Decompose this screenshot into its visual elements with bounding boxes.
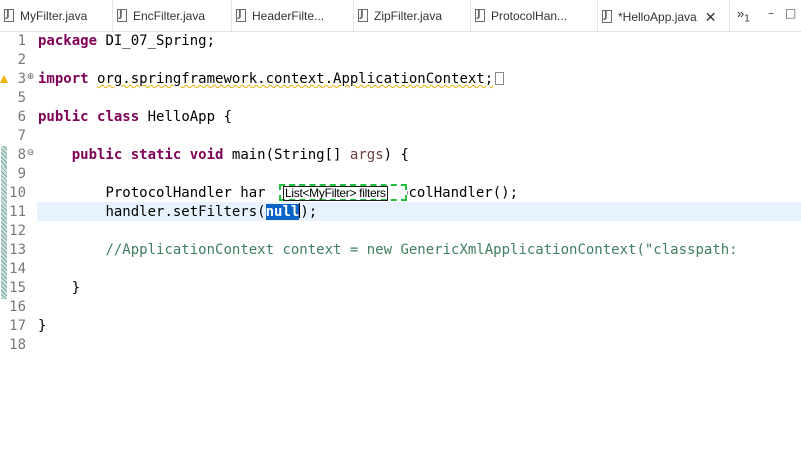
tab-headerfilter[interactable]: HeaderFilte... <box>232 0 354 31</box>
tab-helloapp[interactable]: *HelloApp.java ✕ <box>598 0 730 31</box>
parameter-hint-popup[interactable]: List<MyFilter> filters <box>279 184 407 201</box>
java-file-icon <box>601 9 614 24</box>
code-line-15: } <box>0 279 801 298</box>
tab-label: MyFilter.java <box>20 8 88 23</box>
tab-label: EncFilter.java <box>133 8 206 23</box>
code-text: } <box>71 280 81 296</box>
code-line-6: public class HelloApp { <box>0 108 801 127</box>
line-number: 14 <box>9 261 26 277</box>
line-number: 5 <box>17 90 26 106</box>
parameter-name: args <box>349 147 384 163</box>
code-line-17: } <box>0 317 801 336</box>
parameter-hint-text: List<MyFilter> filters <box>283 186 388 201</box>
code-text: tocolHandler(); <box>391 185 519 201</box>
java-file-icon <box>474 8 487 23</box>
line-number: 7 <box>17 128 26 144</box>
code-text: handler.setFilters( <box>105 204 266 220</box>
editor-tab-bar: MyFilter.java EncFilter.java HeaderFilte… <box>0 0 801 32</box>
code-text: ) { <box>383 147 409 163</box>
tab-label: ZipFilter.java <box>374 8 443 23</box>
code-line-3: import org.springframework.context.Appli… <box>0 70 801 89</box>
tab-protocolhandler[interactable]: ProtocolHan... <box>471 0 598 31</box>
code-text: } <box>38 318 47 334</box>
keyword: package <box>38 33 98 49</box>
tab-label: *HelloApp.java <box>618 9 697 24</box>
tab-label: ProtocolHan... <box>491 8 568 23</box>
code-line-8: public static void main(String[] args) { <box>0 146 801 165</box>
code-line-1: package DI_07_Spring; <box>0 32 801 51</box>
keyword: static <box>130 147 182 163</box>
code-text: main(String[] <box>223 147 350 163</box>
keyword: public <box>71 147 123 163</box>
folded-imports-box[interactable] <box>495 72 505 85</box>
code-text: ProtocolHandler har <box>105 185 266 201</box>
line-number: 16 <box>9 299 26 315</box>
comment-text: "classpath: <box>644 242 738 258</box>
tab-label: HeaderFilte... <box>252 8 325 23</box>
tab-encfilter[interactable]: EncFilter.java <box>113 0 232 31</box>
code-line-11: handler.setFilters(null); <box>0 203 801 222</box>
code-text: ); <box>300 204 318 220</box>
comment-text: //ApplicationContext context = new Gener… <box>105 242 645 258</box>
unused-import: org.springframework.context.ApplicationC… <box>97 71 494 87</box>
tab-zipfilter[interactable]: ZipFilter.java <box>354 0 471 31</box>
java-file-icon <box>116 8 129 23</box>
tab-overflow-button[interactable]: »1 <box>737 6 750 25</box>
line-number: 2 <box>17 52 26 68</box>
code-text: DI_07_Spring; <box>97 33 216 49</box>
code-text: HelloApp { <box>139 109 232 125</box>
code-line-13: //ApplicationContext context = new Gener… <box>0 241 801 260</box>
java-file-icon <box>3 8 16 23</box>
line-number: 9 <box>17 166 26 182</box>
keyword: void <box>189 147 224 163</box>
line-number: 18 <box>9 337 26 353</box>
keyword: import <box>38 71 89 87</box>
java-file-icon <box>357 8 370 23</box>
keyword: class <box>97 109 140 125</box>
tab-myfilter[interactable]: MyFilter.java <box>0 0 113 31</box>
java-file-icon <box>235 8 248 23</box>
selected-argument[interactable]: null <box>265 204 300 220</box>
line-number: 12 <box>9 223 26 239</box>
maximize-icon[interactable]: □ <box>785 6 796 20</box>
overflow-count: 1 <box>744 13 750 25</box>
minimize-icon[interactable]: – <box>768 6 774 20</box>
keyword: public <box>38 109 89 125</box>
close-icon[interactable]: ✕ <box>705 10 717 24</box>
code-editor[interactable]: 1 2 3 ⊕ 5 6 7 8 ⊖ 9 10 11 12 13 14 15 16… <box>0 32 801 464</box>
